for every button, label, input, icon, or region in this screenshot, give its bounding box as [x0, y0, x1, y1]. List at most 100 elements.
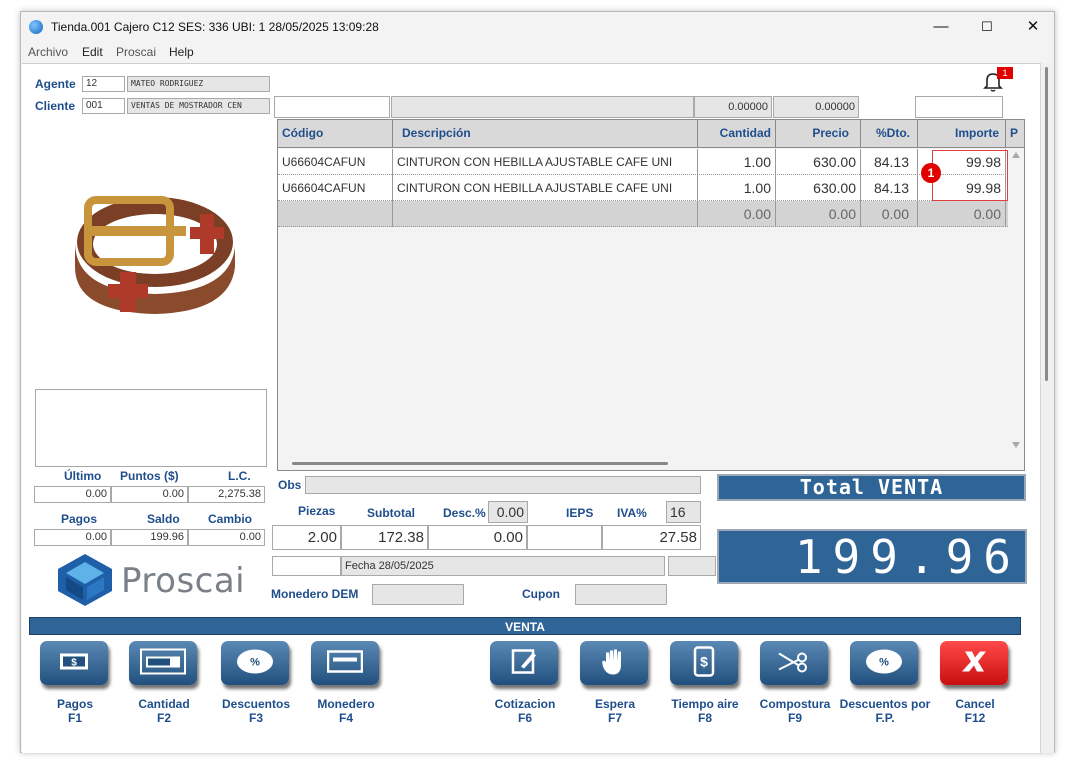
ultimo-value: 0.00	[34, 486, 111, 503]
code-filter-input[interactable]	[274, 96, 390, 118]
cell-precio: 630.00	[776, 149, 861, 175]
cupon-field[interactable]	[575, 584, 667, 605]
col-codigo[interactable]: Código	[278, 120, 393, 148]
window-title: Tienda.001 Cajero C12 SES: 336 UBI: 1 28…	[51, 20, 379, 34]
compostura-label: Compostura F9	[759, 697, 831, 725]
pagos-button[interactable]: $	[40, 641, 108, 685]
iva-value: 27.58	[602, 525, 701, 550]
desc-pct-field[interactable]: 0.00	[488, 501, 528, 523]
pagos-label: Pagos F1	[56, 697, 93, 725]
scroll-up-icon[interactable]	[1012, 152, 1020, 158]
total-label-box: Total VENTA	[717, 474, 1026, 501]
tiempo-aire-label: Tiempo aire F8	[671, 697, 739, 725]
espera-button[interactable]	[580, 641, 648, 685]
cell-blank	[278, 201, 393, 227]
app-window: Tienda.001 Cajero C12 SES: 336 UBI: 1 28…	[20, 11, 1055, 753]
description-filter-input[interactable]	[391, 96, 694, 118]
discount-fp-icon: %	[864, 648, 904, 679]
table-row[interactable]: U66604CAFUN CINTURON CON HEBILLA AJUSTAB…	[278, 175, 1008, 201]
puntos-value: 0.00	[111, 486, 188, 503]
col-descripcion[interactable]: Descripción	[393, 120, 698, 148]
pagos-label: Pagos	[61, 512, 98, 526]
title-bar: Tienda.001 Cajero C12 SES: 336 UBI: 1 28…	[21, 12, 1054, 42]
proscai-logo-text: Proscai	[121, 561, 246, 601]
product-image	[60, 172, 240, 322]
cancel-button[interactable]	[940, 641, 1008, 685]
col-p[interactable]: P	[1006, 120, 1024, 148]
ieps-label: IEPS	[566, 506, 594, 520]
maximize-button[interactable]: ☐	[964, 12, 1010, 42]
cancel-icon	[959, 649, 989, 678]
obs-field[interactable]	[305, 476, 701, 494]
client-code-field[interactable]: 001	[82, 98, 125, 114]
quote-icon	[509, 647, 539, 680]
subtotal-label: Subtotal	[367, 506, 415, 520]
piezas-value: 2.00	[272, 525, 341, 550]
importe-highlight	[932, 150, 1008, 201]
grid-vertical-scrollbar[interactable]	[1009, 148, 1024, 470]
cell-descripcion: CINTURON CON HEBILLA AJUSTABLE CAFE UNI	[393, 175, 698, 201]
close-button[interactable]: ✕	[1010, 12, 1056, 42]
menu-archivo[interactable]: Archivo	[28, 45, 68, 59]
client-name-field: VENTAS DE MOSTRADOR CEN	[127, 98, 270, 114]
menu-help[interactable]: Help	[169, 45, 194, 59]
lc-value: 2,275.38	[188, 486, 265, 503]
notification-count-badge: 1	[997, 67, 1013, 79]
descuentos-button[interactable]: %	[221, 641, 289, 685]
monedero-field[interactable]	[372, 584, 464, 605]
agent-code-field[interactable]: 12	[82, 76, 125, 92]
col-dto[interactable]: %Dto.	[861, 120, 918, 148]
saldo-value: 199.96	[111, 529, 188, 546]
cell-codigo: U66604CAFUN	[278, 149, 393, 175]
lc-label: L.C.	[228, 469, 251, 483]
client-label: Cliente	[35, 99, 76, 113]
descuentos-fp-button[interactable]: %	[850, 641, 918, 685]
desc-pct-label: Desc.%	[443, 506, 486, 520]
cotizacion-button[interactable]	[490, 641, 558, 685]
hand-icon	[600, 647, 628, 680]
cash-icon: $	[59, 652, 89, 675]
menu-edit[interactable]: Edit	[82, 45, 103, 59]
cell-dto: 84.13	[861, 149, 918, 175]
col-precio[interactable]: Precio	[776, 120, 861, 148]
main-content: 1 Agente 12 MATEO RODRIGUEZ Cliente 001 …	[22, 63, 1040, 753]
window-vertical-scrollbar[interactable]	[1040, 63, 1054, 753]
total-dto: 0.00	[861, 201, 918, 227]
table-row[interactable]: U66604CAFUN CINTURON CON HEBILLA AJUSTAB…	[278, 149, 1008, 175]
col-importe[interactable]: Importe	[918, 120, 1006, 148]
cell-precio: 630.00	[776, 175, 861, 201]
monedero-label: Monedero DEM	[271, 587, 359, 601]
pagos-value: 0.00	[34, 529, 111, 546]
total-cantidad: 0.00	[698, 201, 776, 227]
cell-cantidad: 1.00	[698, 175, 776, 201]
cell-codigo: U66604CAFUN	[278, 175, 393, 201]
total-value: 199.96	[794, 530, 1021, 584]
col-cantidad[interactable]: Cantidad	[698, 120, 776, 148]
calculator-icon	[140, 648, 186, 678]
cell-descripcion: CINTURON CON HEBILLA AJUSTABLE CAFE UNI	[393, 149, 698, 175]
scroll-thumb[interactable]	[1045, 67, 1048, 381]
grid-header: Código Descripción Cantidad Precio %Dto.…	[278, 120, 1024, 148]
svg-text:%: %	[879, 657, 889, 669]
cantidad-button[interactable]	[129, 641, 197, 685]
tiempo-aire-button[interactable]: $	[670, 641, 738, 685]
mode-bar: VENTA	[29, 617, 1021, 635]
ultimo-label: Último	[64, 469, 102, 483]
menu-bar: Archivo Edit Proscai Help	[21, 42, 1054, 62]
items-grid: Código Descripción Cantidad Precio %Dto.…	[277, 119, 1025, 471]
cambio-label: Cambio	[208, 512, 253, 526]
importe-filter-input[interactable]	[915, 96, 1003, 118]
notification-bell-icon[interactable]: 1	[980, 67, 1013, 94]
grid-horizontal-scrollbar[interactable]	[292, 462, 668, 465]
compostura-button[interactable]	[760, 641, 828, 685]
app-globe-icon	[29, 20, 43, 34]
total-importe: 0.00	[918, 201, 1006, 227]
scroll-down-icon[interactable]	[1012, 442, 1020, 448]
desc-value: 0.00	[428, 525, 527, 550]
product-notes-box	[35, 389, 267, 467]
subtotal-value: 172.38	[341, 525, 428, 550]
total-label: Total VENTA	[799, 475, 944, 499]
menu-proscai[interactable]: Proscai	[116, 45, 156, 59]
monedero-button[interactable]	[311, 641, 379, 685]
minimize-button[interactable]: —	[918, 12, 964, 42]
